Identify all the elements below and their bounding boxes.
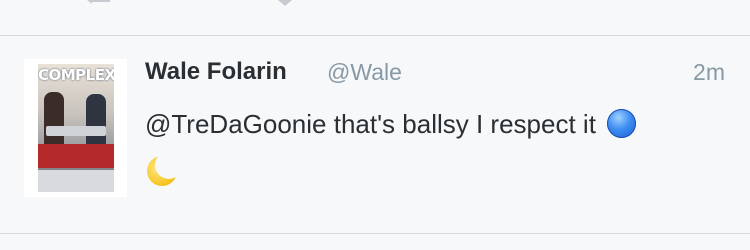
avatar-image: COMPLEX xyxy=(38,64,114,192)
crescent-moon-icon xyxy=(145,151,183,187)
avatar-cover-title: COMPLEX xyxy=(38,66,114,84)
tweet-action-bar xyxy=(0,0,750,36)
tweet-body: @TreDaGoonie that's ballsy I respect it xyxy=(145,100,720,196)
timestamp: 2m xyxy=(693,59,725,85)
favorite-icon[interactable] xyxy=(446,0,486,6)
tweet-header: Wale Folarin @Wale 2m xyxy=(145,58,725,88)
reply-icon[interactable] xyxy=(78,0,120,6)
tweet-cell[interactable]: COMPLEX Wale Folarin @Wale 2m @TreDaGoon… xyxy=(0,36,750,233)
tweet-text: @TreDaGoonie that's ballsy I respect it xyxy=(145,109,596,139)
screen-name[interactable]: @Wale xyxy=(327,59,402,86)
avatar[interactable]: COMPLEX xyxy=(24,59,127,197)
display-name[interactable]: Wale Folarin xyxy=(145,58,287,86)
bottom-divider xyxy=(0,233,750,234)
blue-circle-icon xyxy=(607,109,637,138)
retweet-icon[interactable] xyxy=(258,0,306,6)
